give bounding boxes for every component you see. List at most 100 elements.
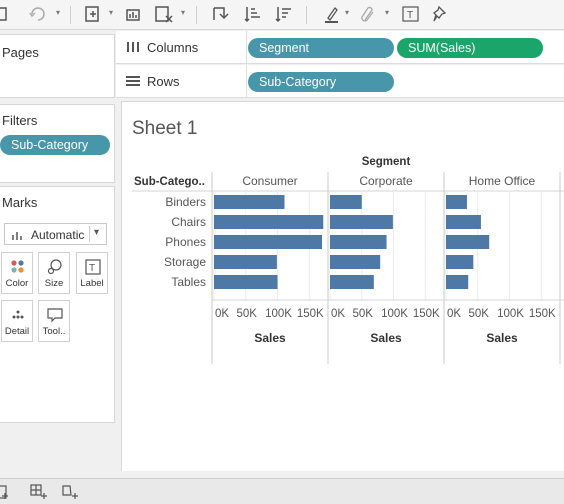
- toolbar: ▾ ▾ ▾ ▾ ▾ T: [0, 0, 564, 30]
- filter-pill-sub-category[interactable]: Sub-Category: [0, 135, 110, 155]
- highlight-icon[interactable]: [322, 4, 342, 24]
- new-worksheet-icon[interactable]: [84, 4, 104, 24]
- panel-header: Consumer: [242, 174, 297, 188]
- panel-header: Home Office: [469, 174, 536, 188]
- bar: [330, 215, 393, 229]
- bar: [214, 255, 277, 269]
- save-icon[interactable]: [0, 4, 12, 24]
- clear-sheet-caret-icon[interactable]: ▾: [181, 8, 189, 18]
- bar-chart[interactable]: Segment Sub-Catego.. Binders Chairs Phones St…: [122, 150, 564, 400]
- x-axis-label: Sales: [254, 331, 286, 345]
- label-icon[interactable]: T: [401, 4, 421, 24]
- x-axis-label: Sales: [486, 331, 518, 345]
- rows-shelf[interactable]: Rows Sub-Category: [116, 65, 564, 98]
- x-tick-label: 100K: [497, 308, 524, 320]
- columns-label: Columns: [147, 40, 199, 55]
- left-panel: Pages Filters Sub-Category Marks Automat…: [0, 31, 116, 478]
- bar: [330, 195, 362, 209]
- toolbar-divider: [306, 6, 307, 24]
- refresh-icon[interactable]: [28, 4, 48, 24]
- rows-icon: [125, 75, 141, 90]
- sheet-tab-bar: [0, 478, 564, 504]
- columns-pill-sum-sales[interactable]: SUM(Sales): [397, 38, 543, 58]
- x-tick-label: 0K: [331, 308, 345, 320]
- sort-ascending-icon[interactable]: [243, 4, 263, 24]
- tooltip-button[interactable]: Tool..: [38, 300, 70, 342]
- tooltip-icon: [47, 307, 63, 323]
- bar: [446, 255, 474, 269]
- shelf-divider: [246, 65, 247, 98]
- columns-pill-segment[interactable]: Segment: [248, 38, 394, 58]
- detail-button-label: Detail: [4, 326, 30, 337]
- x-tick-label: 50K: [237, 308, 258, 320]
- pages-card: Pages: [0, 34, 115, 98]
- new-story-icon[interactable]: [62, 484, 80, 503]
- x-tick-label: 0K: [447, 308, 461, 320]
- row-label: Storage: [164, 255, 206, 269]
- x-tick-label: 150K: [297, 308, 324, 320]
- highlight-caret-icon[interactable]: ▾: [345, 8, 353, 18]
- svg-text:T: T: [89, 263, 95, 274]
- columns-shelf[interactable]: Columns Segment SUM(Sales): [116, 31, 564, 64]
- detail-icon: [10, 307, 26, 323]
- bar: [446, 215, 481, 229]
- x-tick-label: 0K: [215, 308, 229, 320]
- toolbar-divider: [196, 6, 197, 24]
- bar: [446, 235, 490, 249]
- size-icon: [47, 259, 63, 275]
- group-caret-icon[interactable]: ▾: [385, 8, 393, 18]
- panel-header: Corporate: [359, 174, 413, 188]
- color-button[interactable]: Color: [1, 252, 33, 294]
- size-button[interactable]: Size: [38, 252, 70, 294]
- marks-card-title: Marks: [2, 195, 38, 210]
- row-label: Tables: [171, 275, 206, 289]
- new-dashboard-icon[interactable]: [30, 484, 48, 503]
- mark-type-select[interactable]: Automatic ▾: [4, 223, 107, 245]
- sheet-title: Sheet 1: [132, 118, 198, 139]
- bar: [214, 235, 322, 249]
- detail-button[interactable]: Detail: [1, 300, 33, 342]
- row-header: Sub-Catego..: [134, 176, 205, 188]
- svg-text:T: T: [407, 10, 413, 21]
- refresh-caret-icon[interactable]: ▾: [56, 8, 64, 18]
- x-axis-label: Sales: [370, 331, 402, 345]
- bar-chart-icon: [11, 228, 27, 245]
- pin-icon[interactable]: [431, 4, 451, 24]
- rows-label: Rows: [147, 74, 180, 89]
- x-tick-label: 50K: [469, 308, 490, 320]
- rows-pill-sub-category[interactable]: Sub-Category: [248, 72, 394, 92]
- x-tick-label: 50K: [353, 308, 374, 320]
- bar: [446, 195, 467, 209]
- bar: [214, 275, 278, 289]
- label-button-label: Label: [80, 278, 104, 289]
- row-label: Binders: [165, 195, 206, 209]
- mark-type-value: Automatic: [31, 228, 85, 242]
- toolbar-divider: [70, 6, 71, 24]
- bar: [330, 275, 374, 289]
- x-tick-label: 150K: [413, 308, 440, 320]
- marks-card: Marks Automatic ▾ Color Size T Label Det…: [0, 186, 115, 423]
- clear-sheet-icon[interactable]: [154, 4, 174, 24]
- new-datasource-icon[interactable]: [124, 4, 144, 24]
- label-button[interactable]: T Label: [76, 252, 108, 294]
- color-icon: [10, 259, 26, 275]
- x-tick-label: 150K: [529, 308, 556, 320]
- tooltip-button-label: Tool..: [42, 326, 66, 337]
- sheet-view: Sheet 1 Segment Sub-Catego.. Binders Chairs…: [121, 101, 564, 471]
- columns-icon: [126, 41, 140, 56]
- new-worksheet-caret-icon[interactable]: ▾: [109, 8, 117, 18]
- bar: [330, 255, 381, 269]
- group-icon[interactable]: [358, 4, 378, 24]
- new-datasource-tab-icon[interactable]: [0, 484, 10, 503]
- size-button-label: Size: [44, 278, 64, 289]
- color-button-label: Color: [5, 278, 29, 289]
- bar: [214, 215, 324, 229]
- x-tick-label: 100K: [381, 308, 408, 320]
- bar: [446, 275, 469, 289]
- swap-icon[interactable]: [210, 4, 230, 24]
- sort-descending-icon[interactable]: [274, 4, 294, 24]
- bar: [214, 195, 285, 209]
- filters-card: Filters Sub-Category: [0, 104, 115, 183]
- pages-card-title: Pages: [2, 45, 39, 60]
- x-tick-label: 100K: [265, 308, 292, 320]
